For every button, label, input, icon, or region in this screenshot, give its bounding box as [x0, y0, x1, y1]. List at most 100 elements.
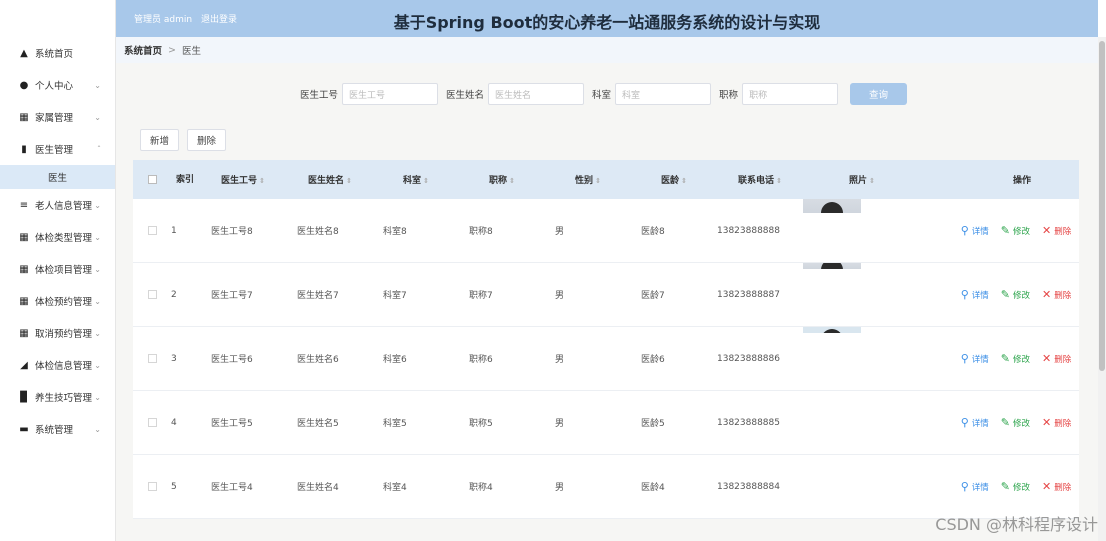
header-doctor-no[interactable]: 医生工号 ⇕ — [199, 173, 287, 186]
cell-phone: 13823888888 — [717, 225, 780, 236]
delete-button[interactable]: ✕ 删除 — [1042, 480, 1071, 493]
delete-button[interactable]: ✕ 删除 — [1042, 224, 1071, 237]
detail-label: 详情 — [971, 354, 989, 365]
cell-phone: 13823888887 — [717, 289, 780, 300]
edit-label: 修改 — [1013, 226, 1031, 237]
grid-icon: ▦ — [19, 111, 29, 123]
sidebar-item-personal-center[interactable]: ● 个人中心 ⌄ — [0, 69, 115, 101]
scrollbar-thumb[interactable] — [1099, 41, 1105, 371]
header-title[interactable]: 职称 ⇕ — [459, 173, 545, 186]
sidebar-item-family[interactable]: ▦ 家属管理 ⌄ — [0, 101, 115, 133]
edit-button[interactable]: ✎ 修改 — [1001, 288, 1030, 301]
sort-icon[interactable]: ⇕ — [776, 177, 782, 185]
detail-button[interactable]: ⚲ 详情 — [961, 416, 989, 429]
cell-operations: ⚲ 详情 ✎ 修改 ✕ 删除 — [921, 480, 1098, 493]
sort-icon[interactable]: ⇕ — [869, 177, 875, 185]
row-checkbox[interactable] — [133, 225, 171, 236]
sidebar-item-label: 个人中心 — [35, 81, 74, 92]
header-dept[interactable]: 科室 ⇕ — [373, 173, 459, 186]
detail-button[interactable]: ⚲ 详情 — [961, 224, 989, 237]
sort-icon[interactable]: ⇕ — [681, 177, 687, 185]
sidebar-item-exam-type[interactable]: ▦ 体检类型管理 ⌄ — [0, 221, 115, 253]
sort-icon[interactable]: ⇕ — [595, 177, 601, 185]
delete-button[interactable]: ✕ 删除 — [1042, 288, 1071, 301]
search-bar: 医生工号 医生工号 医生姓名 医生姓名 科室 科室 职称 职称 查询 — [300, 83, 908, 105]
query-button[interactable]: 查询 — [850, 83, 908, 105]
header-label: 联系电话 — [738, 176, 775, 186]
header-label: 职称 — [489, 176, 508, 186]
sidebar-item-label: 老人信息管理 — [35, 201, 93, 212]
sidebar-item-exam-item[interactable]: ▦ 体检项目管理 ⌄ — [0, 253, 115, 285]
page-scrollbar[interactable] — [1098, 37, 1106, 541]
sidebar-item-system[interactable]: ▬ 系统管理 ⌄ — [0, 413, 115, 445]
row-checkbox[interactable] — [133, 289, 171, 300]
delete-button[interactable]: ✕ 删除 — [1042, 352, 1071, 365]
header-sex[interactable]: 性别 ⇕ — [545, 173, 631, 186]
sidebar-item-elder-info[interactable]: ≡ 老人信息管理 ⌄ — [0, 189, 115, 221]
edit-button[interactable]: ✎ 修改 — [1001, 480, 1030, 493]
close-icon: ✕ — [1042, 416, 1052, 429]
grid-icon: ▦ — [19, 263, 29, 275]
breadcrumb-home[interactable]: 系统首页 — [124, 43, 162, 57]
sidebar-item-label: 取消预约管理 — [35, 329, 93, 340]
header-doctor-name[interactable]: 医生姓名 ⇕ — [287, 173, 373, 186]
sort-icon[interactable]: ⇕ — [346, 177, 352, 185]
sort-icon[interactable]: ⇕ — [509, 177, 515, 185]
chevron-up-icon: ˆ — [97, 144, 101, 154]
header-label: 科室 — [403, 176, 422, 186]
search-label-dept: 科室 — [592, 90, 612, 101]
batch-delete-button[interactable]: 删除 — [187, 129, 227, 151]
sort-icon[interactable]: ⇕ — [423, 177, 429, 185]
detail-button[interactable]: ⚲ 详情 — [961, 352, 989, 365]
sidebar-item-health-tips[interactable]: ▉ 养生技巧管理 ⌄ — [0, 381, 115, 413]
row-index: 4 — [171, 417, 177, 428]
sidebar-item-cancel-booking[interactable]: ▦ 取消预约管理 ⌄ — [0, 317, 115, 349]
doctor-no-input[interactable]: 医生工号 — [342, 83, 439, 105]
sidebar-item-doctor[interactable]: ▮ 医生管理 ˆ — [0, 133, 115, 165]
edit-button[interactable]: ✎ 修改 — [1001, 224, 1030, 237]
edit-button[interactable]: ✎ 修改 — [1001, 416, 1030, 429]
top-header: 管理员 admin 退出登录 基于Spring Boot的安心养老一站通服务系统… — [116, 0, 1098, 37]
cell-age: 医龄7 — [641, 291, 665, 301]
header-photo[interactable]: 照片 ⇕ — [803, 173, 921, 186]
doctor-name-input[interactable]: 医生姓名 — [488, 83, 585, 105]
header-index: 索引 — [175, 174, 194, 185]
header-age[interactable]: 医龄 ⇕ — [631, 173, 717, 186]
cell-doctor-no: 医生工号7 — [211, 291, 253, 301]
chevron-down-icon: ⌄ — [94, 80, 101, 90]
row-checkbox[interactable] — [133, 353, 171, 364]
detail-button[interactable]: ⚲ 详情 — [961, 480, 989, 493]
sidebar-item-home[interactable]: ▲ 系统首页 — [0, 37, 115, 69]
sidebar-item-exam-booking[interactable]: ▦ 体检预约管理 ⌄ — [0, 285, 115, 317]
grid-icon: ▦ — [19, 327, 29, 339]
sort-icon[interactable]: ⇕ — [259, 177, 265, 185]
chevron-down-icon: ⌄ — [94, 360, 101, 370]
sidebar-item-label: 家属管理 — [35, 113, 74, 124]
header-phone[interactable]: 联系电话 ⇕ — [717, 173, 803, 186]
breadcrumb-current: 医生 — [181, 46, 201, 57]
edit-button[interactable]: ✎ 修改 — [1001, 352, 1030, 365]
sidebar-top — [0, 0, 115, 37]
cell-operations: ⚲ 详情 ✎ 修改 ✕ 删除 — [921, 352, 1098, 365]
sidebar-item-exam-info[interactable]: ◢ 体检信息管理 ⌄ — [0, 349, 115, 381]
sidebar-item-label: 体检预约管理 — [35, 297, 93, 308]
delete-button[interactable]: ✕ 删除 — [1042, 416, 1071, 429]
dept-input[interactable]: 科室 — [615, 83, 712, 105]
title-input[interactable]: 职称 — [742, 83, 839, 105]
grid-icon: ▦ — [19, 295, 29, 307]
doctor-photo — [803, 263, 861, 269]
cell-doctor-name: 医生姓名5 — [297, 419, 339, 429]
table-row: 3 医生工号6 医生姓名6 科室6 职称6 男 医龄6 13823888886 … — [133, 327, 1079, 391]
stack-icon: ▬ — [19, 423, 29, 435]
sidebar-subitem-doctor[interactable]: 医生 — [0, 165, 115, 189]
pencil-icon: ✎ — [1000, 416, 1011, 429]
pencil-icon: ✎ — [1000, 480, 1011, 493]
row-checkbox[interactable] — [133, 417, 171, 428]
doctor-no-placeholder: 医生工号 — [349, 90, 386, 101]
table-row: 4 医生工号5 医生姓名5 科室5 职称5 男 医龄5 13823888885 … — [133, 391, 1079, 455]
pencil-icon: ✎ — [1000, 288, 1011, 301]
row-checkbox[interactable] — [133, 481, 171, 492]
select-all-checkbox[interactable] — [133, 174, 171, 185]
detail-button[interactable]: ⚲ 详情 — [961, 288, 989, 301]
add-button[interactable]: 新增 — [140, 129, 180, 151]
